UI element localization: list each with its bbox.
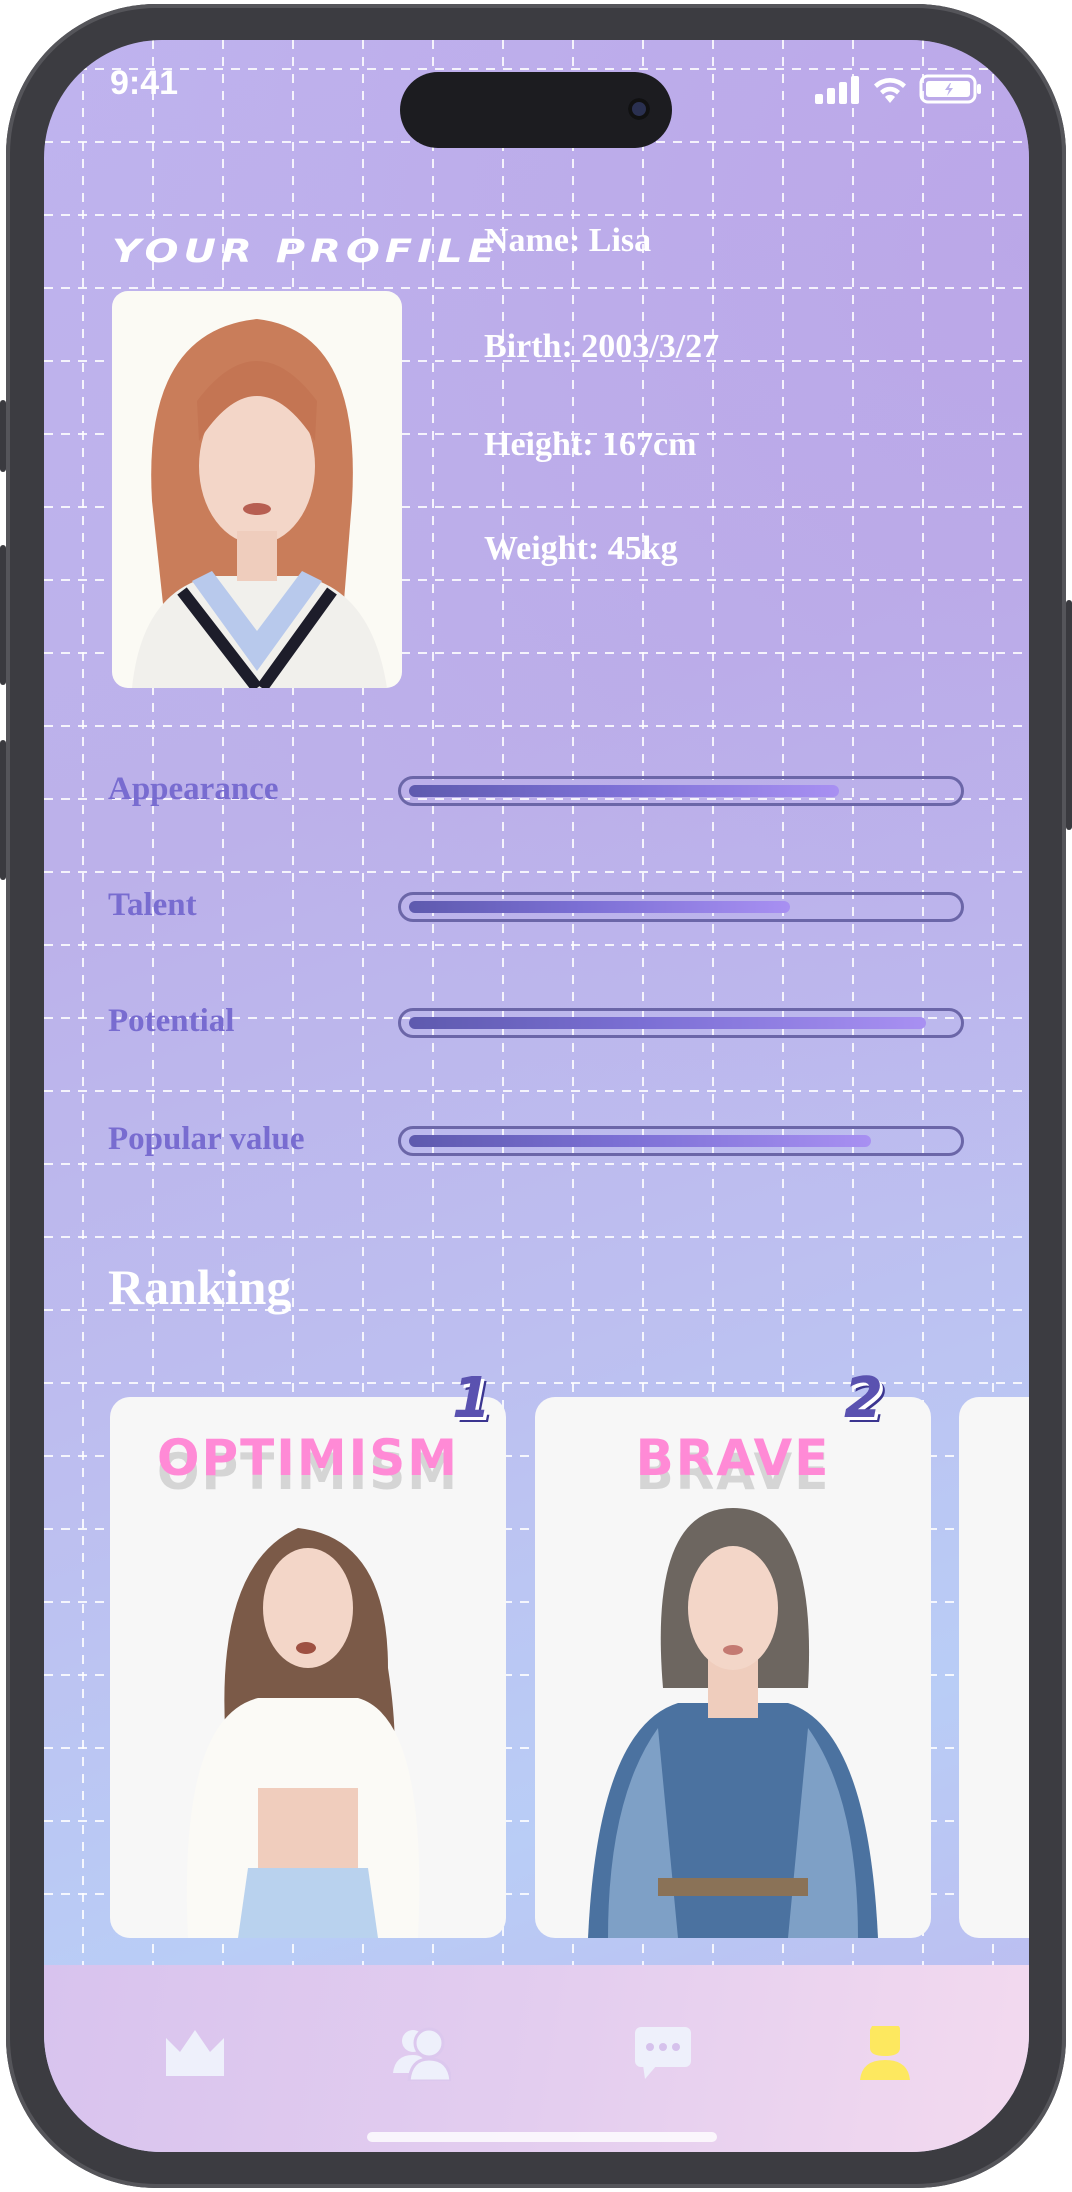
profile-height: Height: 167cm <box>484 426 697 463</box>
profile-photo <box>112 291 402 688</box>
grid-line <box>44 1090 1029 1092</box>
grid-line <box>44 1163 1029 1165</box>
stat-progress-fill <box>409 1017 926 1029</box>
grid-line <box>44 214 1029 216</box>
stat-progress-bar <box>398 1126 964 1156</box>
screen: 9:41 YOUR PROFILE Name: Lisa Birth: 2003… <box>44 40 1029 2152</box>
tab-friends[interactable] <box>392 2023 452 2083</box>
profile-birth: Birth: 2003/3/27 <box>484 328 720 365</box>
camera-icon <box>628 98 650 120</box>
ranking-photo <box>186 1528 420 1938</box>
ranking-card[interactable]: OPTIMISM <box>110 1397 506 1938</box>
dynamic-island <box>400 72 672 148</box>
cellular-signal-icon <box>815 76 859 104</box>
ranking-card[interactable] <box>959 1397 1029 1938</box>
stat-progress-bar <box>398 892 964 922</box>
card-label: BRAVE <box>635 1429 831 1487</box>
rank-number: 1 <box>452 1366 491 1431</box>
users-icon <box>393 2027 451 2081</box>
ranking-card[interactable]: BRAVE <box>535 1397 931 1938</box>
grid-line <box>44 1236 1029 1238</box>
stat-progress-bar <box>398 776 964 806</box>
grid-line <box>44 871 1029 873</box>
rank-number: 2 <box>844 1366 883 1431</box>
status-time: 9:41 <box>110 64 179 102</box>
page-title: YOUR PROFILE <box>112 232 500 270</box>
stat-progress-fill <box>409 785 839 797</box>
profile-weight: Weight: 45kg <box>484 530 678 567</box>
volume-down-button <box>0 740 6 880</box>
stat-progress-fill <box>409 1135 872 1147</box>
grid-line <box>44 287 1029 289</box>
tab-profile[interactable] <box>855 2023 915 2083</box>
tab-bar <box>44 1965 1029 2152</box>
grid-line <box>44 944 1029 946</box>
grid-line <box>44 68 1029 70</box>
action-button <box>0 400 6 472</box>
chat-icon <box>635 2027 691 2079</box>
home-indicator[interactable] <box>367 2132 717 2142</box>
power-button <box>1066 600 1072 830</box>
stat-progress-bar <box>398 1008 964 1038</box>
stat-label: Potential <box>108 1003 235 1039</box>
volume-up-button <box>0 545 6 685</box>
grid-line <box>82 40 84 1965</box>
tab-ranking[interactable] <box>165 2023 225 2083</box>
stat-progress-fill <box>409 901 790 913</box>
tab-messages[interactable] <box>633 2023 693 2083</box>
crown-icon <box>166 2030 224 2076</box>
grid-line <box>44 725 1029 727</box>
stat-label: Popular value <box>108 1121 305 1157</box>
ranking-photo <box>588 1508 878 1938</box>
battery-charging-icon <box>919 74 981 104</box>
wifi-icon <box>874 78 906 103</box>
profile-icon <box>860 2026 910 2080</box>
stat-label: Talent <box>108 887 197 923</box>
card-label: OPTIMISM <box>157 1429 459 1487</box>
status-icons <box>815 74 983 104</box>
stat-label: Appearance <box>108 771 279 807</box>
ranking-title: Ranking <box>108 1259 292 1315</box>
profile-name: Name: Lisa <box>484 222 652 259</box>
